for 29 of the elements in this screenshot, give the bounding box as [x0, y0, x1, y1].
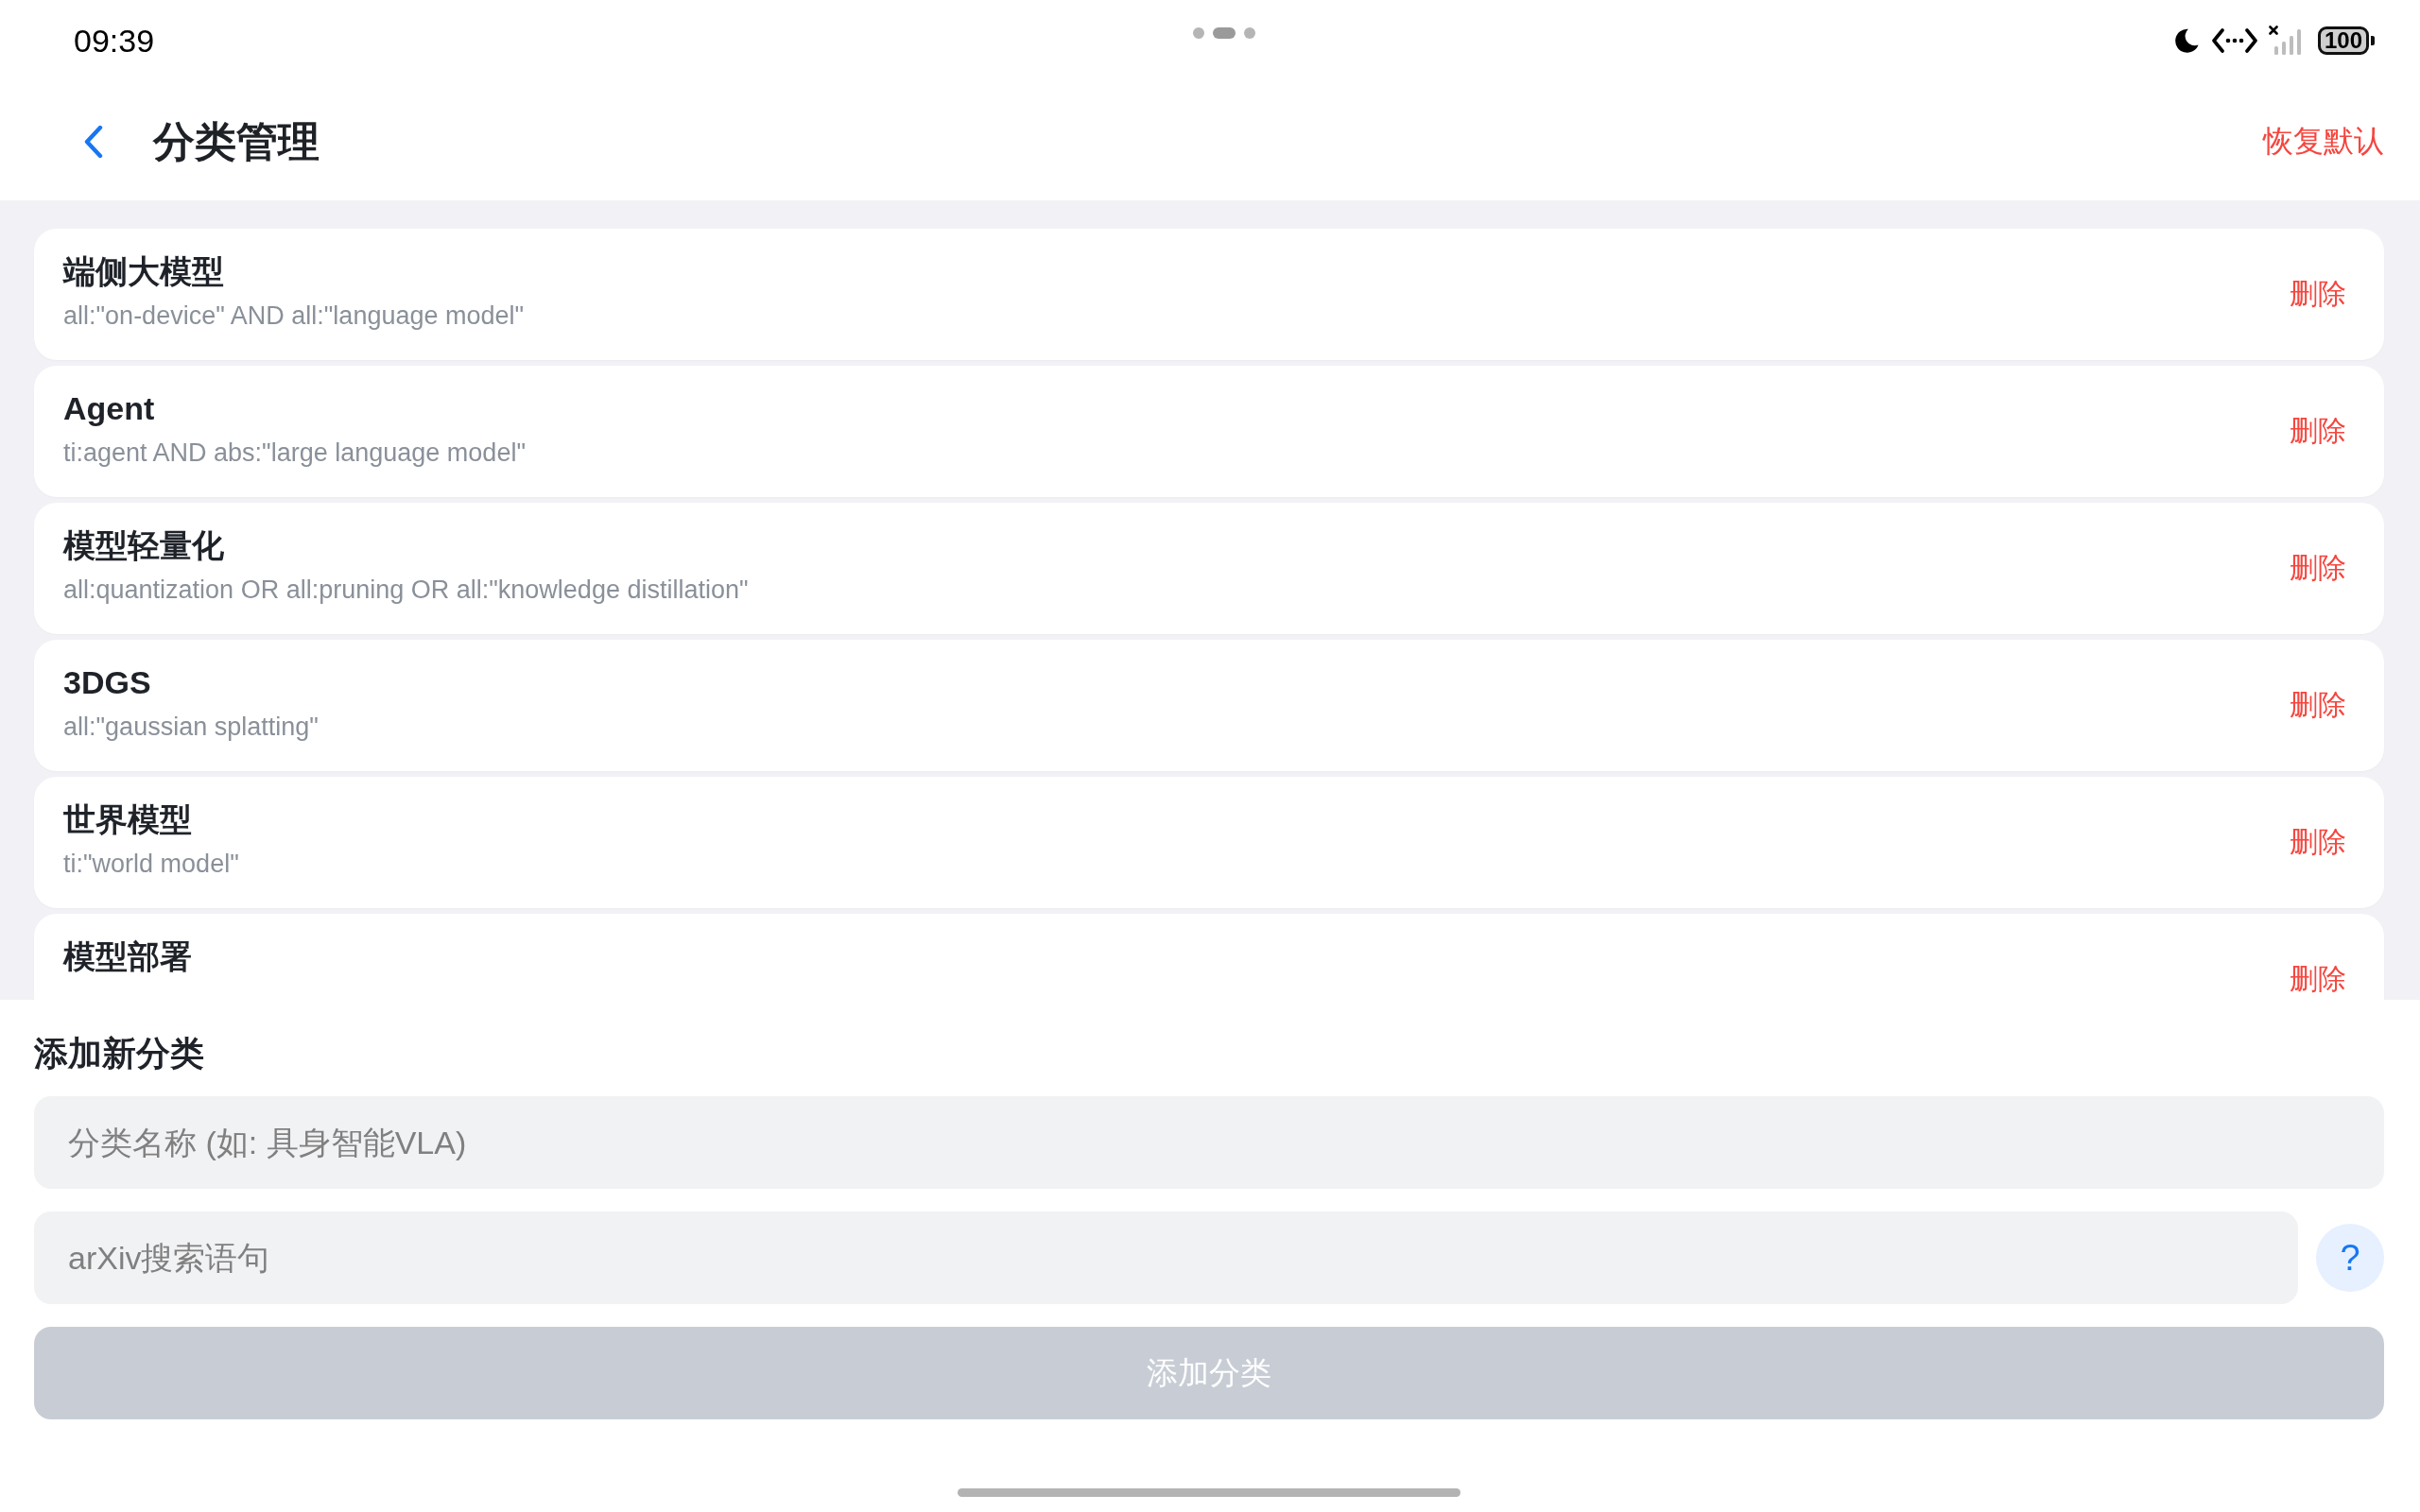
angle-brackets-icon: [2211, 27, 2257, 54]
category-query: all:quantization OR all:pruning OR all:"knowledge distillation": [63, 575, 749, 606]
chevron-left-icon: [83, 125, 104, 159]
status-time: 09:39: [74, 21, 155, 60]
category-name-field[interactable]: 分类名称 (如: 具身智能VLA): [34, 1096, 2384, 1189]
delete-button[interactable]: 删除: [2290, 412, 2346, 451]
delete-button[interactable]: 删除: [2290, 823, 2346, 862]
delete-button[interactable]: 删除: [2290, 686, 2346, 725]
section-heading: 添加新分类: [34, 1034, 204, 1074]
help-button[interactable]: ?: [2316, 1224, 2384, 1292]
restore-defaults-button[interactable]: 恢复默认: [2263, 121, 2384, 163]
delete-button[interactable]: 删除: [2290, 275, 2346, 314]
search-query-field[interactable]: arXiv搜索语句: [34, 1211, 2298, 1304]
page-title: 分类管理: [153, 116, 320, 166]
category-name: 模型轻量化: [63, 526, 224, 565]
delete-button[interactable]: 删除: [2290, 960, 2346, 999]
back-button[interactable]: [83, 125, 104, 159]
category-name: Agent: [63, 389, 155, 428]
category-name: 3DGS: [63, 663, 151, 702]
category-name: 模型部署: [63, 937, 192, 976]
category-name: 端侧大模型: [63, 252, 224, 291]
category-name: 世界模型: [63, 800, 192, 839]
category-query: ti:agent AND abs:"large language model": [63, 438, 526, 469]
category-query: all:"on-device" AND all:"language model": [63, 301, 525, 332]
category-query: all:"gaussian splatting": [63, 712, 319, 743]
battery-indicator: 100: [2317, 26, 2375, 55]
category-query: ti:"world model": [63, 849, 239, 880]
dots-icon: [1193, 27, 1255, 39]
delete-button[interactable]: 删除: [2290, 549, 2346, 588]
